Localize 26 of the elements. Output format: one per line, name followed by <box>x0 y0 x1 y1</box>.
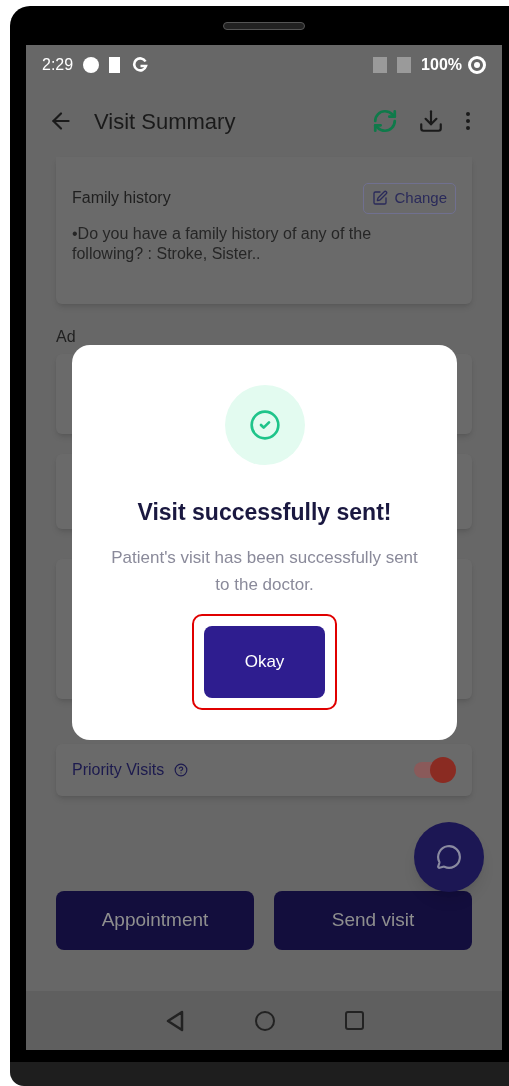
recents-square-icon[interactable] <box>344 1011 364 1030</box>
download-icon[interactable] <box>418 108 444 134</box>
screen-title: Visit Summary <box>94 107 236 136</box>
google-icon <box>132 57 149 73</box>
battery-saver-icon <box>468 56 486 74</box>
sim-card-icon <box>109 57 121 73</box>
status-app-icon <box>83 57 100 73</box>
check-circle-icon <box>248 409 281 441</box>
section-heading: Ad <box>56 327 76 346</box>
priority-label: Priority Visits <box>72 759 165 780</box>
dialog-message: Patient's visit has been successfully sent to the doctor. <box>110 546 419 596</box>
no-sim-icon <box>397 57 412 73</box>
priority-switch[interactable] <box>414 756 456 783</box>
okay-button[interactable]: Okay <box>204 625 325 698</box>
battery-percent: 100% <box>421 55 462 75</box>
action-button[interactable]: Send visit <box>274 890 472 950</box>
no-sim-icon <box>373 57 388 73</box>
back-triangle-icon[interactable] <box>164 1009 185 1032</box>
status-time: 2:29 <box>42 55 74 75</box>
card-title: Family history <box>72 188 171 209</box>
dialog-title: Visit successfully sent! <box>137 498 392 527</box>
action-button[interactable]: Appointment <box>56 890 254 950</box>
help-icon[interactable] <box>174 762 189 777</box>
chat-icon <box>436 844 462 870</box>
edit-icon <box>372 190 389 207</box>
family-history-text: •Do you have a family history of any of the following? : Stroke, Sister.. <box>72 223 373 264</box>
